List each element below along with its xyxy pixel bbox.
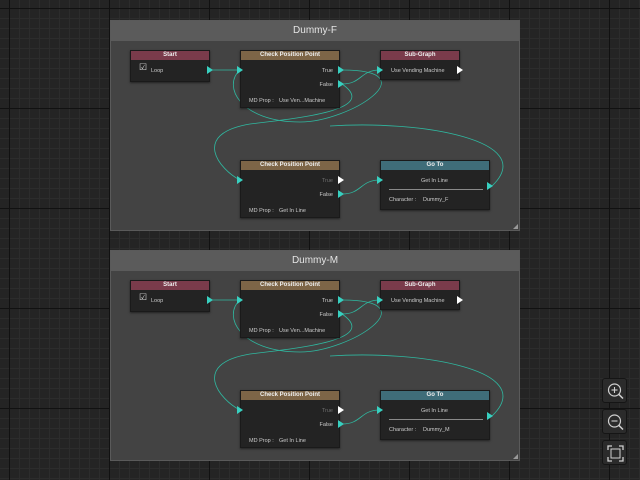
zoom-in-icon <box>607 383 624 400</box>
input-port-icon[interactable] <box>237 406 245 414</box>
input-port-icon[interactable] <box>237 176 245 184</box>
node-header: Sub-Graph <box>381 51 459 60</box>
loop-label: Loop <box>151 298 164 304</box>
md-prop-label: MD Prop : <box>249 98 274 104</box>
character-label: Character : <box>389 427 417 433</box>
input-port-icon[interactable] <box>377 176 385 184</box>
md-prop-value[interactable]: Get In Line <box>279 208 306 214</box>
output-port-icon[interactable] <box>487 182 495 190</box>
character-label: Character : <box>389 197 417 203</box>
sub-graph-node[interactable]: Sub-Graph Use Vending Machine <box>380 280 460 310</box>
goto-target[interactable]: Get In Line <box>421 408 448 414</box>
go-to-node[interactable]: Go To Get In Line Character : Dummy_F <box>380 160 490 210</box>
node-header: Start <box>131 281 209 290</box>
false-port-icon[interactable] <box>338 190 346 198</box>
sub-graph-node[interactable]: Sub-Graph Use Vending Machine <box>380 50 460 80</box>
input-port-icon[interactable] <box>377 66 385 74</box>
input-port-icon[interactable] <box>377 296 385 304</box>
check-position-node[interactable]: Check Position Point True False MD Prop … <box>240 50 340 108</box>
output-port-icon[interactable] <box>487 412 495 420</box>
false-output-label: False <box>319 192 333 198</box>
node-header: Check Position Point <box>241 51 339 60</box>
divider <box>389 419 483 420</box>
goto-target[interactable]: Get In Line <box>421 178 448 184</box>
node-header: Go To <box>381 391 489 400</box>
fit-to-screen-icon <box>607 445 624 462</box>
true-output-label: True <box>321 178 333 184</box>
node-header: Sub-Graph <box>381 281 459 290</box>
character-value[interactable]: Dummy_F <box>423 197 448 203</box>
zoom-out-button[interactable] <box>602 409 627 434</box>
start-node[interactable]: Start ☑ Loop <box>130 280 210 312</box>
false-output-label: False <box>319 312 333 318</box>
node-header: Start <box>131 51 209 60</box>
md-prop-value[interactable]: Use Ven...Machine <box>279 98 325 104</box>
subgraph-target[interactable]: Use Vending Machine <box>391 298 445 304</box>
true-port-icon[interactable] <box>338 176 346 184</box>
fit-to-screen-button[interactable] <box>602 440 627 465</box>
input-port-icon[interactable] <box>237 66 245 74</box>
output-port-icon[interactable] <box>207 296 215 304</box>
true-output-label: True <box>321 298 333 304</box>
true-port-icon[interactable] <box>338 406 346 414</box>
false-port-icon[interactable] <box>338 420 346 428</box>
true-port-icon[interactable] <box>338 296 346 304</box>
node-header: Check Position Point <box>241 161 339 170</box>
output-port-icon[interactable] <box>457 296 465 304</box>
input-port-icon[interactable] <box>237 296 245 304</box>
subgraph-target[interactable]: Use Vending Machine <box>391 68 445 74</box>
go-to-node[interactable]: Go To Get In Line Character : Dummy_M <box>380 390 490 440</box>
input-port-icon[interactable] <box>377 406 385 414</box>
node-header: Check Position Point <box>241 391 339 400</box>
false-output-label: False <box>319 422 333 428</box>
true-output-label: True <box>321 68 333 74</box>
false-port-icon[interactable] <box>338 80 346 88</box>
true-port-icon[interactable] <box>338 66 346 74</box>
wire <box>341 409 381 425</box>
loop-checkbox[interactable]: ☑ <box>139 63 147 72</box>
md-prop-label: MD Prop : <box>249 328 274 334</box>
false-port-icon[interactable] <box>338 310 346 318</box>
start-node[interactable]: Start ☑ Loop <box>130 50 210 82</box>
zoom-out-icon <box>607 414 624 431</box>
md-prop-label: MD Prop : <box>249 208 274 214</box>
md-prop-value[interactable]: Get In Line <box>279 438 306 444</box>
check-position-node[interactable]: Check Position Point True False MD Prop … <box>240 160 340 218</box>
wire <box>341 179 381 195</box>
check-position-node[interactable]: Check Position Point True False MD Prop … <box>240 390 340 448</box>
wire <box>341 69 381 85</box>
divider <box>389 189 483 190</box>
node-header: Go To <box>381 161 489 170</box>
loop-checkbox[interactable]: ☑ <box>139 293 147 302</box>
false-output-label: False <box>319 82 333 88</box>
md-prop-value[interactable]: Use Ven...Machine <box>279 328 325 334</box>
wire <box>341 299 381 315</box>
zoom-in-button[interactable] <box>602 378 627 403</box>
check-position-node[interactable]: Check Position Point True False MD Prop … <box>240 280 340 338</box>
md-prop-label: MD Prop : <box>249 438 274 444</box>
character-value[interactable]: Dummy_M <box>423 427 450 433</box>
output-port-icon[interactable] <box>457 66 465 74</box>
output-port-icon[interactable] <box>207 66 215 74</box>
true-output-label: True <box>321 408 333 414</box>
loop-label: Loop <box>151 68 164 74</box>
node-header: Check Position Point <box>241 281 339 290</box>
